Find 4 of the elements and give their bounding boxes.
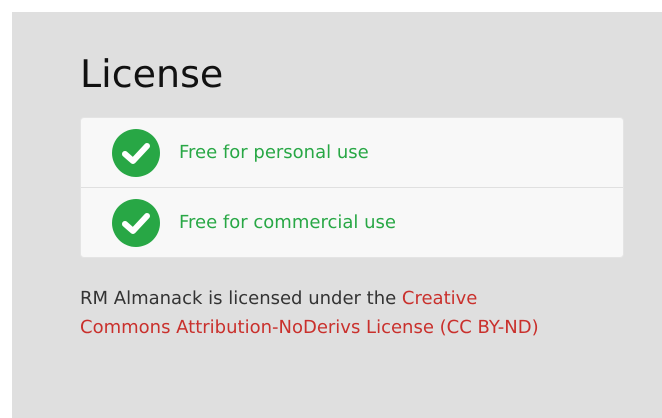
feature-label: Free for personal use bbox=[179, 142, 369, 163]
section-heading: License bbox=[80, 51, 224, 98]
feature-label: Free for commercial use bbox=[179, 212, 396, 233]
license-text: RM Almanack is licensed under the Creative Commons Attribution-NoDerivs License (CC BY-ND) bbox=[80, 287, 540, 340]
